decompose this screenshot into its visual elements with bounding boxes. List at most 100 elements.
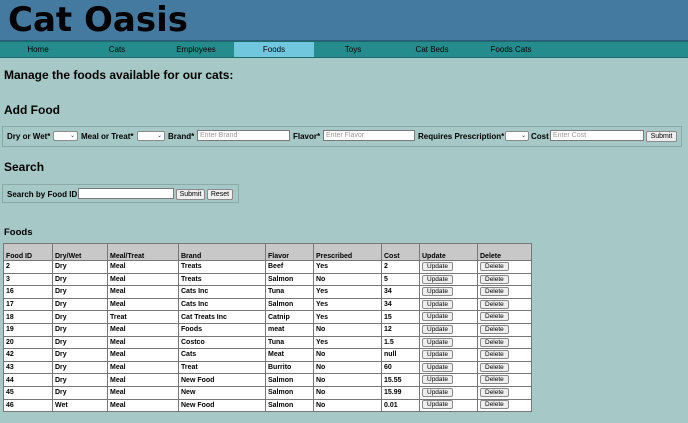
delete-button[interactable]: Delete xyxy=(480,387,509,397)
nav-item-home[interactable]: Home xyxy=(0,42,76,57)
dry-wet-select[interactable]: ⌄ xyxy=(53,131,78,141)
update-button[interactable]: Update xyxy=(422,387,453,397)
delete-button[interactable]: Delete xyxy=(480,324,509,334)
search-label: Search by Food ID: xyxy=(7,190,80,199)
cell-brand: New Food xyxy=(178,398,266,413)
cell-food-id: 45 xyxy=(3,385,53,400)
update-button[interactable]: Update xyxy=(422,324,453,334)
cell-update: Update xyxy=(419,348,478,362)
update-button[interactable]: Update xyxy=(422,362,453,372)
cell-delete: Delete xyxy=(477,297,532,312)
table-row: 3 Dry Meal Treats Salmon No 5 Update Delete xyxy=(3,272,532,287)
cell-meal-treat: Meal xyxy=(107,272,179,287)
cell-flavor: Salmon xyxy=(265,373,314,387)
cell-update: Update xyxy=(419,373,478,387)
nav-item-cats[interactable]: Cats xyxy=(76,42,158,57)
prescription-select[interactable]: ⌄ xyxy=(505,131,529,141)
cell-food-id: 2 xyxy=(3,260,53,274)
cell-flavor: Salmon xyxy=(265,297,314,312)
update-button[interactable]: Update xyxy=(422,274,453,284)
delete-button[interactable]: Delete xyxy=(480,299,509,309)
search-reset-button[interactable]: Reset xyxy=(207,189,233,200)
cell-prescribed: Yes xyxy=(313,260,382,274)
column-header-cost: Cost xyxy=(381,243,420,261)
nav-item-toys[interactable]: Toys xyxy=(314,42,392,57)
cell-brand: Cats Inc xyxy=(178,285,266,299)
flavor-input[interactable]: Enter Flavor xyxy=(323,130,415,141)
cell-food-id: 16 xyxy=(3,285,53,299)
add-submit-button[interactable]: Submit xyxy=(646,131,677,142)
nav-item-employees[interactable]: Employees xyxy=(158,42,234,57)
delete-button[interactable]: Delete xyxy=(480,312,509,322)
cell-meal-treat: Treat xyxy=(107,310,179,324)
cell-dry-wet: Dry xyxy=(52,373,108,387)
add-food-heading: Add Food xyxy=(4,103,60,117)
chevron-down-icon: ⌄ xyxy=(520,133,526,139)
update-button[interactable]: Update xyxy=(422,261,453,271)
table-header-row: Food ID Dry/Wet Meal/Treat Brand Flavor Presc… xyxy=(3,243,532,261)
cell-flavor: meat xyxy=(265,322,314,337)
cell-dry-wet: Dry xyxy=(52,322,108,337)
meal-treat-label: Meal or Treat* xyxy=(81,132,134,141)
cell-brand: Treats xyxy=(178,272,266,287)
table-row: 19 Dry Meal Foods meat No 12 Update Delete xyxy=(3,322,532,337)
delete-button[interactable]: Delete xyxy=(480,375,509,385)
delete-button[interactable]: Delete xyxy=(480,400,509,410)
cell-brand: Treat xyxy=(178,360,266,375)
cell-flavor: Salmon xyxy=(265,385,314,400)
nav-item-cat-beds[interactable]: Cat Beds xyxy=(392,42,472,57)
cell-prescribed: No xyxy=(313,322,382,337)
cost-input[interactable]: Enter Cost xyxy=(550,130,644,141)
nav-item-foods[interactable]: Foods xyxy=(234,42,314,57)
cell-dry-wet: Dry xyxy=(52,272,108,287)
cell-brand: Treats xyxy=(178,260,266,274)
meal-treat-select[interactable]: ⌄ xyxy=(137,131,165,141)
cost-label: Cost xyxy=(531,132,549,141)
cell-meal-treat: Meal xyxy=(107,348,179,362)
table-row: 42 Dry Meal Cats Meat No null Update Delete xyxy=(3,348,532,362)
cell-meal-treat: Meal xyxy=(107,322,179,337)
cell-cost: 1.5 xyxy=(381,335,420,350)
delete-button[interactable]: Delete xyxy=(480,350,509,360)
update-button[interactable]: Update xyxy=(422,312,453,322)
foods-table-heading: Foods xyxy=(4,227,33,238)
cell-dry-wet: Dry xyxy=(52,260,108,274)
nav-item-foods-cats[interactable]: Foods Cats xyxy=(472,42,550,57)
cell-prescribed: No xyxy=(313,373,382,387)
cell-food-id: 46 xyxy=(3,398,53,413)
chevron-down-icon: ⌄ xyxy=(69,133,75,139)
cell-update: Update xyxy=(419,310,478,324)
delete-button[interactable]: Delete xyxy=(480,261,509,271)
cell-delete: Delete xyxy=(477,360,532,375)
cell-delete: Delete xyxy=(477,373,532,387)
update-button[interactable]: Update xyxy=(422,375,453,385)
column-header-update: Update xyxy=(419,243,478,261)
search-submit-button[interactable]: Submit xyxy=(176,189,205,200)
brand-input[interactable]: Enter Brand xyxy=(197,130,290,141)
column-header-meal-treat: Meal/Treat xyxy=(107,243,179,261)
cell-dry-wet: Dry xyxy=(52,385,108,400)
cell-food-id: 19 xyxy=(3,322,53,337)
update-button[interactable]: Update xyxy=(422,337,453,347)
delete-button[interactable]: Delete xyxy=(480,337,509,347)
cell-update: Update xyxy=(419,285,478,299)
cell-dry-wet: Dry xyxy=(52,348,108,362)
update-button[interactable]: Update xyxy=(422,350,453,360)
add-food-form: Dry or Wet* ⌄ Meal or Treat* ⌄ Brand* En… xyxy=(2,126,682,147)
update-button[interactable]: Update xyxy=(422,400,453,410)
search-food-id-input[interactable] xyxy=(78,188,174,199)
delete-button[interactable]: Delete xyxy=(480,274,509,284)
cell-meal-treat: Meal xyxy=(107,373,179,387)
cell-food-id: 3 xyxy=(3,272,53,287)
cell-prescribed: Yes xyxy=(313,335,382,350)
cell-flavor: Tuna xyxy=(265,335,314,350)
cell-meal-treat: Meal xyxy=(107,285,179,299)
delete-button[interactable]: Delete xyxy=(480,287,509,297)
search-heading: Search xyxy=(4,160,45,174)
table-row: 46 Wet Meal New Food Salmon No 0.01 Update Delet… xyxy=(3,398,532,413)
delete-button[interactable]: Delete xyxy=(480,362,509,372)
chevron-down-icon: ⌄ xyxy=(156,133,162,139)
cell-prescribed: Yes xyxy=(313,310,382,324)
update-button[interactable]: Update xyxy=(422,299,453,309)
update-button[interactable]: Update xyxy=(422,287,453,297)
